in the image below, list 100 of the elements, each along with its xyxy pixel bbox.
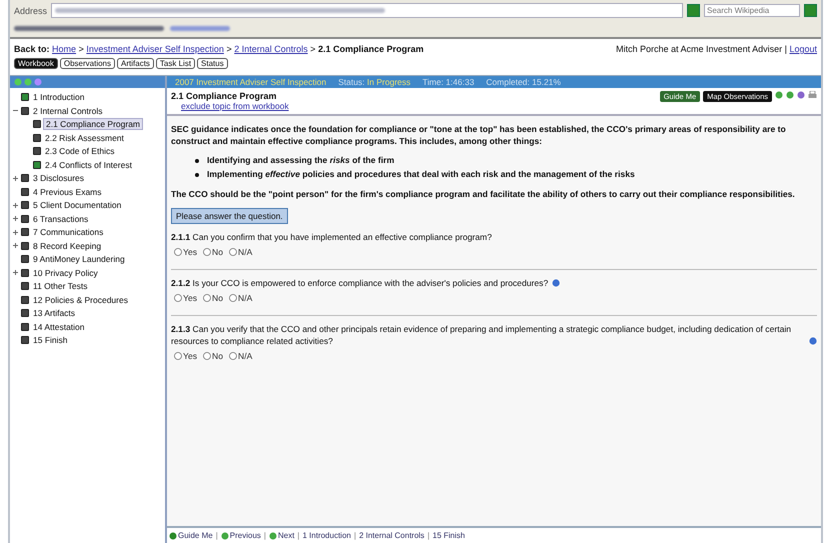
tab[interactable]: Observations xyxy=(60,58,116,69)
breadcrumb-link[interactable]: Home xyxy=(52,44,76,54)
tree-item[interactable]: 2.1 Compliance Program xyxy=(43,118,144,130)
separator: | xyxy=(427,531,430,540)
tree-item[interactable]: 1 Introduction xyxy=(31,92,87,102)
radio-button[interactable] xyxy=(174,352,182,360)
breadcrumb-label: Back to: xyxy=(14,44,50,54)
status-label: Status: xyxy=(338,77,365,87)
breadcrumb-separator: > xyxy=(78,44,84,54)
tree-item[interactable]: 2.4 Conflicts of Interest xyxy=(43,160,134,170)
separator: | xyxy=(354,531,356,540)
tree-item[interactable]: 7 Communications xyxy=(31,227,106,237)
notice-message: Please answer the question. xyxy=(171,208,288,224)
tree-item[interactable]: 2 Internal Controls xyxy=(31,106,104,116)
completed-text: Completed: 15.21% xyxy=(486,77,561,87)
circle-icon xyxy=(34,78,42,86)
topic-title: 2.1 Compliance Program xyxy=(171,91,278,101)
info-icon[interactable] xyxy=(552,279,560,288)
radio-button[interactable] xyxy=(174,248,182,256)
circle-icon xyxy=(220,532,229,540)
bullet-icon xyxy=(195,158,199,163)
info-icon[interactable] xyxy=(809,336,817,345)
option-label: Yes xyxy=(183,247,198,258)
expand-icon[interactable] xyxy=(12,215,19,222)
expand-icon[interactable] xyxy=(12,269,19,276)
tree-item[interactable]: 14 Attestation xyxy=(31,322,87,332)
footer-link[interactable]: 1 Introduction xyxy=(302,531,351,540)
user-label: Mitch Porche at Acme Investment Adviser xyxy=(616,44,782,54)
bullet-icon xyxy=(195,172,199,177)
intro-paragraph: SEC guidance indicates once the foundation for compliance or "tone at the top" has been established, the CCO's primary areas of responsibility are to construct and maintain effective compliance programs. This includes, among other things: xyxy=(171,124,787,148)
tree-item[interactable]: 13 Artifacts xyxy=(31,308,78,318)
exclude-link[interactable]: exclude topic from workbook xyxy=(181,101,289,111)
inspection-title: 2007 Investment Adviser Self Inspection xyxy=(175,77,326,87)
footer-link[interactable]: Guide Me xyxy=(178,531,213,540)
circle-icon xyxy=(786,91,794,99)
tree-item[interactable]: 2.3 Code of Ethics xyxy=(43,146,116,156)
tree-item[interactable]: 12 Policies & Procedures xyxy=(31,294,130,304)
expand-icon[interactable] xyxy=(12,228,19,236)
option-label: N/A xyxy=(238,247,252,258)
separator: | xyxy=(216,531,218,540)
footer-link[interactable]: Next xyxy=(278,531,294,540)
breadcrumb-current: 2.1 Compliance Program xyxy=(318,44,424,54)
tree-item[interactable]: 6 Transactions xyxy=(31,214,90,224)
tab[interactable]: Artifacts xyxy=(117,58,154,69)
radio-button[interactable] xyxy=(203,294,212,302)
option-label: No xyxy=(212,293,224,304)
tree-item[interactable]: 11 Other Tests xyxy=(31,281,90,291)
tree-item[interactable]: 4 Previous Exams xyxy=(31,186,104,196)
radio-button[interactable] xyxy=(229,294,238,302)
separator: | xyxy=(264,531,266,540)
collapse-icon[interactable] xyxy=(12,107,19,114)
option-label: N/A xyxy=(238,350,252,361)
breadcrumb-separator: > xyxy=(310,44,316,54)
search-field[interactable]: Search Wikipedia xyxy=(704,4,800,17)
breadcrumb-link[interactable]: Investment Adviser Self Inspection xyxy=(86,44,224,54)
radio-button[interactable] xyxy=(229,248,238,256)
question-text: 2.1.2 Is your CCO is empowered to enforce compliance with the adviser's policies and procedures? xyxy=(171,278,548,290)
address-label: Address xyxy=(14,6,48,16)
time-text: Time: 1:46:33 xyxy=(422,77,474,87)
expand-icon[interactable] xyxy=(12,174,19,182)
separator: | xyxy=(784,44,787,54)
expand-icon[interactable] xyxy=(12,242,19,249)
tree-item[interactable]: 10 Privacy Policy xyxy=(31,268,100,278)
bullet-item: Identifying and assessing the risks of the firm xyxy=(207,155,394,166)
tree-item[interactable]: 3 Disclosures xyxy=(31,173,86,183)
tree-item[interactable]: 5 Client Documentation xyxy=(31,200,124,210)
question-text: 2.1.1 Can you confirm that you have implemented an effective compliance program? xyxy=(171,232,492,244)
circle-icon xyxy=(24,78,32,86)
tree-item[interactable]: 15 Finish xyxy=(31,335,70,345)
separator: | xyxy=(297,531,300,540)
radio-button[interactable] xyxy=(203,352,212,360)
radio-button[interactable] xyxy=(174,294,182,302)
printer-icon[interactable] xyxy=(808,91,817,99)
tree-item[interactable]: 8 Record Keeping xyxy=(31,240,104,250)
tab[interactable]: Task List xyxy=(156,58,196,69)
footer-link[interactable]: 15 Finish xyxy=(432,531,465,540)
circle-icon xyxy=(268,532,277,540)
circle-icon xyxy=(797,91,805,99)
cco-paragraph: The CCO should be the "point person" for the firm's compliance program and facilitate the ability of others to carry out their compliance responsibilities. xyxy=(171,188,796,200)
tab[interactable]: Status xyxy=(197,58,228,69)
circle-icon xyxy=(775,91,783,99)
breadcrumb-link[interactable]: 2 Internal Controls xyxy=(234,44,308,54)
option-label: No xyxy=(212,247,224,258)
tab[interactable]: Workbook xyxy=(14,58,58,69)
breadcrumb-separator: > xyxy=(226,44,232,54)
circle-icon xyxy=(169,532,177,540)
bullet-item: Implementing effective policies and procedures that deal with each risk and the management of the risks xyxy=(207,169,635,181)
tree-item[interactable]: 9 AntiMoney Laundering xyxy=(31,254,127,264)
expand-icon[interactable] xyxy=(12,202,19,208)
radio-button[interactable] xyxy=(203,248,212,256)
option-label: N/A xyxy=(238,293,252,304)
tree-item[interactable]: 2.2 Risk Assessment xyxy=(43,132,126,142)
radio-button[interactable] xyxy=(229,352,238,360)
option-label: Yes xyxy=(183,293,198,304)
footer-link[interactable]: Previous xyxy=(230,531,261,540)
question-text: 2.1.3 Can you verify that the CCO and other principals retain evidence of preparing and implementing a strategic compliance budget, including dedication of certain resources to compliance related activities? xyxy=(171,324,792,347)
logout-link[interactable]: Logout xyxy=(789,44,817,54)
footer-link[interactable]: 2 Internal Controls xyxy=(359,531,424,540)
circle-icon xyxy=(14,78,22,86)
option-label: Yes xyxy=(183,350,198,361)
